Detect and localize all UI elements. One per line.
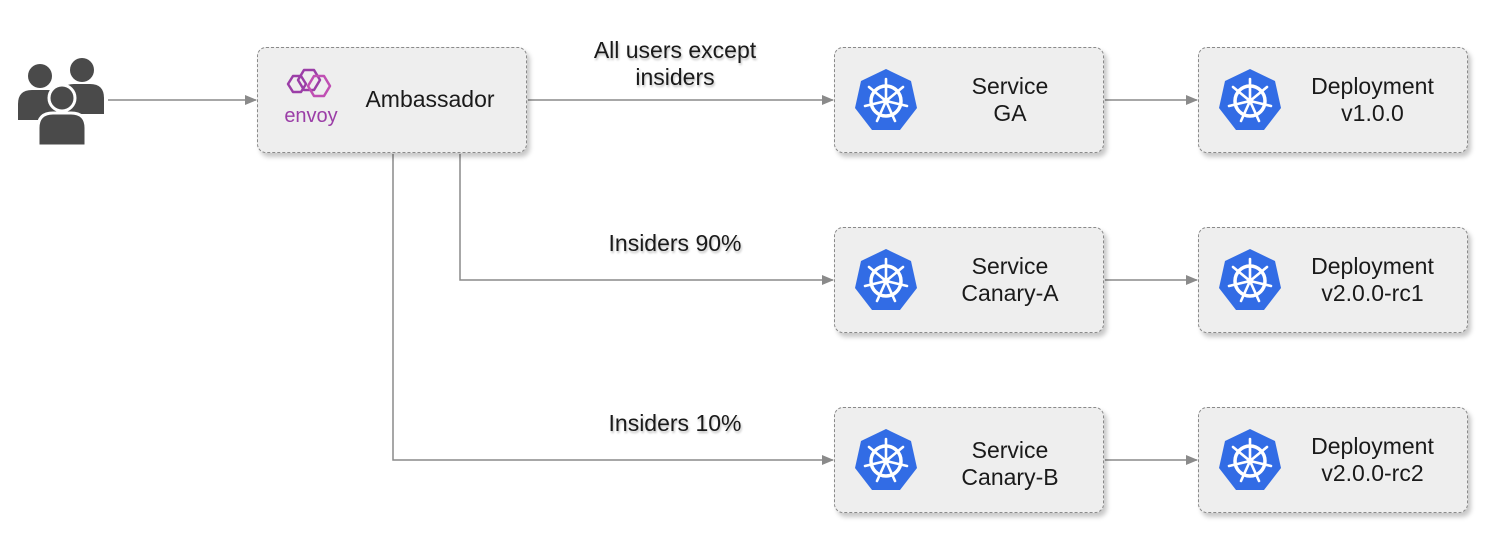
envoy-logo-text: envoy bbox=[284, 105, 338, 127]
deployment-rc1-label: Deployment v2.0.0-rc1 bbox=[1290, 253, 1455, 307]
kubernetes-icon bbox=[852, 427, 920, 493]
deployment-rc2-label-line1: Deployment bbox=[1311, 433, 1434, 459]
service-ga-label-line1: Service bbox=[971, 73, 1049, 99]
deployment-rc2-label-line2: v2.0.0-rc2 bbox=[1321, 460, 1424, 486]
service-canary-a-label-line1: Service bbox=[971, 253, 1049, 279]
deployment-v1-label-line2: v1.0.0 bbox=[1341, 100, 1404, 126]
users-group-icon bbox=[14, 52, 110, 148]
edge-label-insiders-90: Insiders 90% bbox=[608, 230, 742, 256]
deployment-rc1-label-line2: v2.0.0-rc1 bbox=[1321, 280, 1424, 306]
deployment-rc2-label: Deployment v2.0.0-rc2 bbox=[1290, 433, 1455, 487]
kubernetes-icon bbox=[1216, 427, 1284, 493]
service-canary-b-label-line2: Canary-B bbox=[961, 464, 1059, 490]
edge-label-insiders-10: Insiders 10% bbox=[608, 410, 742, 436]
service-canary-b-label-line1: Service bbox=[971, 437, 1049, 463]
edge-label-all-users-line2: insiders bbox=[635, 64, 715, 90]
deployment-rc1-label-line1: Deployment bbox=[1311, 253, 1434, 279]
edge-label-all-users-line1: All users except bbox=[593, 37, 757, 63]
service-ga-label-line2: GA bbox=[993, 100, 1027, 126]
service-canary-b-label: Service Canary-B bbox=[925, 437, 1095, 491]
service-canary-a-label-line2: Canary-A bbox=[961, 280, 1059, 306]
deployment-v1-label: Deployment v1.0.0 bbox=[1290, 73, 1455, 127]
service-canary-a-label: Service Canary-A bbox=[925, 253, 1095, 307]
kubernetes-icon bbox=[852, 67, 920, 133]
edge-label-all-users: All users except insiders bbox=[560, 37, 790, 91]
envoy-logo-icon: envoy bbox=[274, 64, 348, 134]
kubernetes-icon bbox=[1216, 67, 1284, 133]
service-ga-label: Service GA bbox=[925, 73, 1095, 127]
deployment-v1-label-line1: Deployment bbox=[1311, 73, 1434, 99]
ambassador-to-canary-a-arrow bbox=[459, 154, 834, 285]
kubernetes-icon bbox=[1216, 247, 1284, 313]
kubernetes-icon bbox=[852, 247, 920, 313]
ambassador-label: Ambassador bbox=[365, 86, 495, 112]
